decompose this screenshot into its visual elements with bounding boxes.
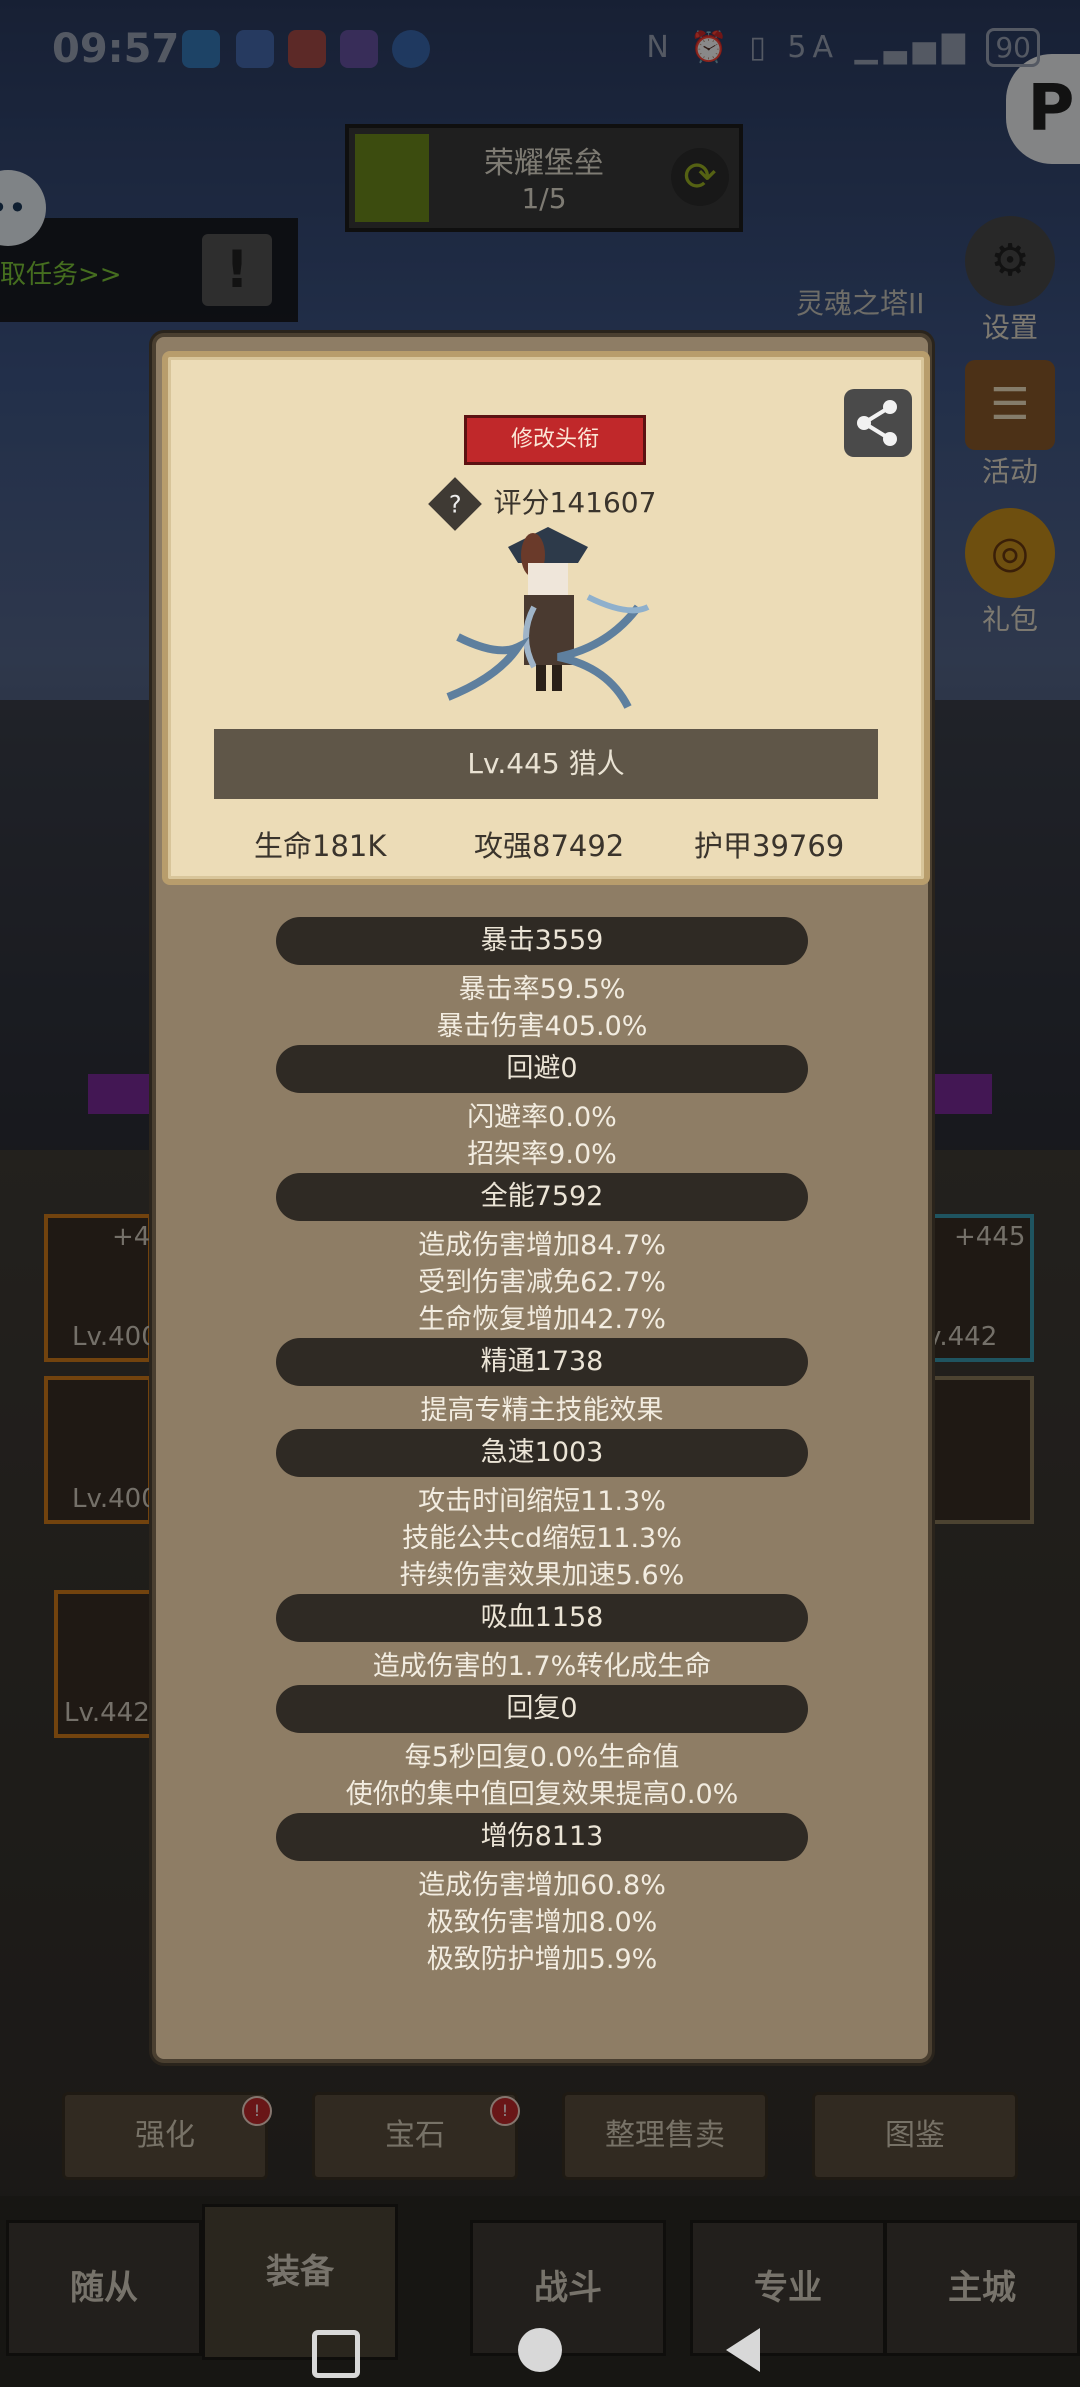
stat-line: 持续伤害效果加速5.6% bbox=[399, 1560, 685, 1591]
stat-line: 每5秒回复0.0%生命值 bbox=[404, 1742, 680, 1773]
stat-header-damage-bonus: 增伤8113 bbox=[276, 1813, 808, 1861]
stat-line: 使你的集中值回复效果提高0.0% bbox=[345, 1779, 739, 1810]
stat-line: 闪避率0.0% bbox=[467, 1102, 617, 1133]
stat-line: 极致伤害增加8.0% bbox=[426, 1907, 658, 1938]
hunter-character-sprite bbox=[438, 507, 658, 727]
level-class-bar: Lv.445 猎人 bbox=[214, 729, 878, 799]
stat-line: 提高专精主技能效果 bbox=[420, 1395, 664, 1426]
stat-header-versatility: 全能7592 bbox=[276, 1173, 808, 1221]
stat-header-mastery: 精通1738 bbox=[276, 1338, 808, 1386]
stat-line: 暴击率59.5% bbox=[458, 974, 626, 1005]
system-nav-bar bbox=[0, 2320, 1080, 2387]
home-icon[interactable] bbox=[518, 2328, 562, 2372]
share-icon[interactable] bbox=[844, 389, 912, 457]
back-icon[interactable] bbox=[726, 2328, 760, 2372]
character-card: 修改头衔 ? 评分141607 Lv.445 猎人 生命181K 攻强87492 … bbox=[162, 351, 930, 885]
attack-stat: 攻强87492 bbox=[474, 829, 625, 863]
stat-header-avoidance: 回避0 bbox=[276, 1045, 808, 1093]
stat-header-crit: 暴击3559 bbox=[276, 917, 808, 965]
stat-header-haste: 急速1003 bbox=[276, 1429, 808, 1477]
stat-line: 造成伤害增加84.7% bbox=[418, 1230, 666, 1261]
stat-line: 招架率9.0% bbox=[467, 1139, 617, 1170]
hp-stat: 生命181K bbox=[254, 829, 387, 863]
edit-title-button[interactable]: 修改头衔 bbox=[464, 415, 646, 465]
stat-header-leech: 吸血1158 bbox=[276, 1594, 808, 1642]
stat-line: 生命恢复增加42.7% bbox=[418, 1304, 666, 1335]
stat-line: 暴击伤害405.0% bbox=[436, 1011, 648, 1042]
recent-apps-icon[interactable] bbox=[312, 2330, 360, 2378]
armor-stat: 护甲39769 bbox=[694, 829, 845, 863]
stat-line: 造成伤害增加60.8% bbox=[418, 1870, 666, 1901]
stat-line: 造成伤害的1.7%转化成生命 bbox=[372, 1651, 712, 1682]
stat-line: 攻击时间缩短11.3% bbox=[418, 1486, 666, 1517]
stat-line: 技能公共cd缩短11.3% bbox=[402, 1523, 682, 1554]
stat-header-regen: 回复0 bbox=[276, 1685, 808, 1733]
stat-line: 受到伤害减免62.7% bbox=[418, 1267, 666, 1298]
attribute-panel: 修改头衔 ? 评分141607 Lv.445 猎人 生命181K 攻强87492 … bbox=[152, 333, 932, 2063]
stat-line: 极致防护增加5.9% bbox=[426, 1944, 658, 1975]
